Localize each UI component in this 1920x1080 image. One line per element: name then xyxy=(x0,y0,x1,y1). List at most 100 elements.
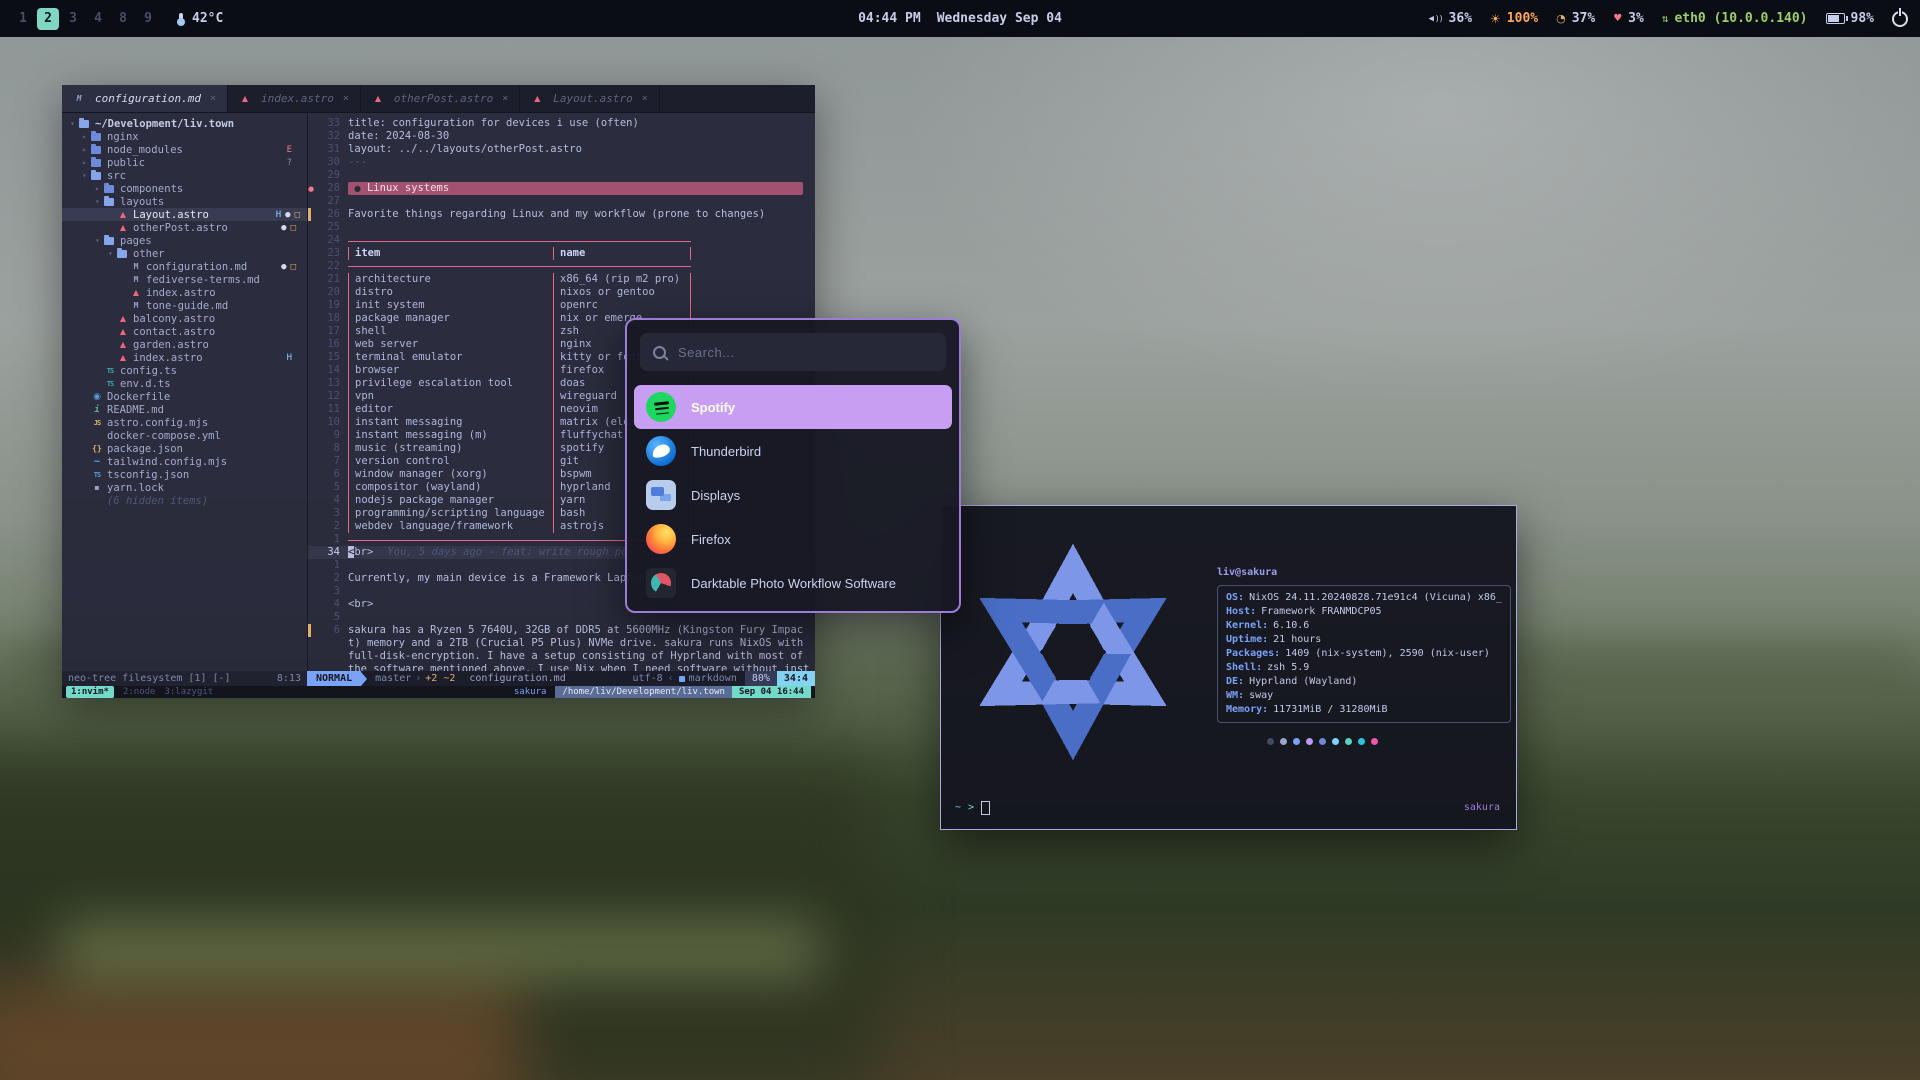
line-number: 1 xyxy=(314,559,348,572)
fetch-field-value: NixOS 24.11.20240828.71e91c4 (Vicuna) x8… xyxy=(1249,591,1502,605)
bar-module[interactable]: 36% xyxy=(1428,11,1472,26)
tree-item[interactable]: yarn.lock xyxy=(62,481,307,494)
filetype-icon xyxy=(372,94,384,103)
line-number: 27 xyxy=(314,195,348,208)
line-text xyxy=(348,221,815,234)
editor-tab[interactable]: configuration.md × xyxy=(62,85,228,112)
tree-item[interactable]: index.astro H xyxy=(62,351,307,364)
search-input[interactable] xyxy=(676,344,933,361)
tree-item[interactable]: contact.astro xyxy=(62,325,307,338)
tree-item[interactable]: balcony.astro xyxy=(62,312,307,325)
shell-prompt[interactable]: ~ > xyxy=(955,801,990,815)
bar-module[interactable]: 3% xyxy=(1613,11,1644,26)
launcher-item[interactable]: Darktable Photo Workflow Software xyxy=(634,561,952,605)
tree-item[interactable]: astro.config.mjs xyxy=(62,416,307,429)
launcher-item[interactable]: Thunderbird xyxy=(634,429,952,473)
tab-close-icon[interactable]: × xyxy=(642,93,648,104)
tree-item[interactable]: fediverse-terms.md xyxy=(62,273,307,286)
tree-item[interactable]: env.d.ts xyxy=(62,377,307,390)
bar-module[interactable]: 100% xyxy=(1490,11,1538,26)
launcher-item[interactable]: Firefox xyxy=(634,517,952,561)
tree-item[interactable]: ▾ ~/Development/liv.town xyxy=(62,117,307,130)
tree-item[interactable]: docker-compose.yml xyxy=(62,429,307,442)
line-number: 16 xyxy=(308,338,348,351)
app-icon xyxy=(646,436,676,466)
tree-item-label: Layout.astro xyxy=(133,209,209,221)
tmux-window-tab[interactable]: 3:lazygit xyxy=(164,686,213,698)
tree-item[interactable]: Dockerfile xyxy=(62,390,307,403)
tree-item[interactable]: ▸ node_modules E xyxy=(62,143,307,156)
bar-module[interactable]: 37% xyxy=(1556,11,1595,26)
fetch-field-key: Uptime xyxy=(1226,633,1268,647)
launcher-search[interactable] xyxy=(640,333,946,371)
terminal-window[interactable]: liv@sakura OS NixOS 24.11.20240828.71e91… xyxy=(940,505,1517,830)
tree-item[interactable]: tailwind.config.mjs xyxy=(62,455,307,468)
tree-item-label: tsconfig.json xyxy=(107,469,189,481)
tmux-statusbar: 1:nvim* 2:node 3:lazygit sakura /home/li… xyxy=(62,686,815,698)
app-label: Darktable Photo Workflow Software xyxy=(691,576,896,591)
tree-item[interactable]: ▸ nginx xyxy=(62,130,307,143)
table-cell-item: init system xyxy=(348,299,553,312)
workspace-button[interactable]: 9 xyxy=(137,8,159,30)
tree-item[interactable]: configuration.md ●□ xyxy=(62,260,307,273)
tree-item[interactable]: otherPost.astro ●□ xyxy=(62,221,307,234)
tree-item[interactable]: package.json xyxy=(62,442,307,455)
clock-module[interactable]: 04:44 PM Wednesday Sep 04 xyxy=(858,11,1062,26)
line-number: 33 xyxy=(314,117,348,130)
editor-tab[interactable]: Layout.astro × xyxy=(520,85,660,112)
tree-item[interactable]: tsconfig.json xyxy=(62,468,307,481)
workspace-button[interactable]: 2 xyxy=(37,8,59,30)
tab-close-icon[interactable]: × xyxy=(502,93,508,104)
tree-item[interactable]: ▾ pages xyxy=(62,234,307,247)
launcher-item[interactable]: Displays xyxy=(634,473,952,517)
workspace-button[interactable]: 8 xyxy=(112,8,134,30)
chevron-icon: ▾ xyxy=(95,197,104,206)
power-icon[interactable] xyxy=(1892,11,1908,27)
workspace-button[interactable]: 4 xyxy=(87,8,109,30)
filetype-icon xyxy=(239,94,251,103)
tree-item[interactable]: config.ts xyxy=(62,364,307,377)
tree-item[interactable]: ▸ public ? xyxy=(62,156,307,169)
bar-module[interactable]: eth0 (10.0.0.140) xyxy=(1662,11,1808,26)
tree-item[interactable]: ▾ layouts xyxy=(62,195,307,208)
file-icon xyxy=(117,250,127,258)
separator-icon: › xyxy=(415,671,421,686)
git-badge: □ xyxy=(291,262,296,272)
tab-close-icon[interactable]: × xyxy=(210,93,216,104)
line-number: 6 xyxy=(308,468,348,481)
tree-item[interactable]: tone-guide.md xyxy=(62,299,307,312)
workspace-button[interactable]: 1 xyxy=(12,8,34,30)
git-badges: ●□ xyxy=(281,223,300,233)
tree-item[interactable]: ▾ src xyxy=(62,169,307,182)
tmux-window-tab[interactable]: 1:nvim* xyxy=(66,686,114,698)
launcher-item[interactable]: Spotify xyxy=(634,385,952,429)
tree-item[interactable]: ▾ other xyxy=(62,247,307,260)
tree-item[interactable]: Layout.astro H●□ xyxy=(62,208,307,221)
tree-item[interactable]: ▸ components xyxy=(62,182,307,195)
session-name: sakura xyxy=(1464,801,1500,815)
git-badge: E xyxy=(287,145,292,155)
palette-dot xyxy=(1332,738,1339,745)
file-icon xyxy=(79,120,89,128)
tree-item[interactable]: README.md xyxy=(62,403,307,416)
neotree-statusline: neo-tree filesystem [1] [-] 8:13 xyxy=(62,671,307,686)
line-number: 20 xyxy=(308,286,348,299)
fetch-field-key: Packages xyxy=(1226,647,1280,661)
tree-item[interactable]: index.astro xyxy=(62,286,307,299)
tree-item[interactable]: garden.astro xyxy=(62,338,307,351)
sign-column xyxy=(308,624,314,637)
module-value: eth0 (10.0.0.140) xyxy=(1674,11,1807,26)
tmux-window-tab[interactable]: 2:node xyxy=(123,686,156,698)
editor-tab[interactable]: otherPost.astro × xyxy=(361,85,520,112)
workspace-button[interactable]: 3 xyxy=(62,8,84,30)
temperature-module[interactable]: 42°C xyxy=(177,11,223,26)
git-badges: ●□ xyxy=(281,262,300,272)
bar-module[interactable]: 98% xyxy=(1826,11,1874,26)
tree-item[interactable]: (6 hidden items) xyxy=(62,494,307,507)
file-icon xyxy=(117,327,129,336)
line-number: 18 xyxy=(308,312,348,325)
tree-item-label: components xyxy=(120,183,183,195)
tree-item-label: README.md xyxy=(107,404,164,416)
editor-tab[interactable]: index.astro × xyxy=(228,85,361,112)
tab-close-icon[interactable]: × xyxy=(343,93,349,104)
